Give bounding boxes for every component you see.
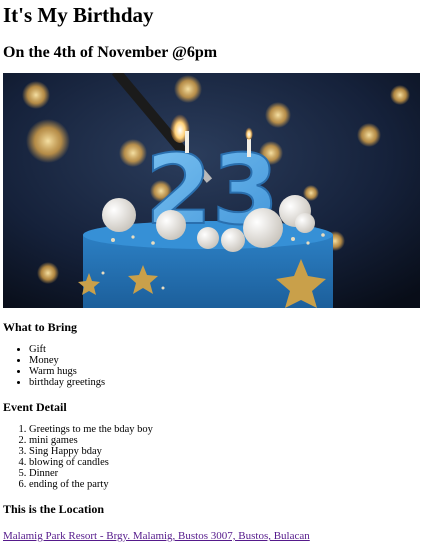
candle bbox=[185, 131, 189, 153]
white-ball bbox=[197, 227, 219, 249]
list-item: blowing of candles bbox=[29, 457, 426, 468]
event-date-heading: On the 4th of November @6pm bbox=[3, 44, 218, 61]
list-item: ending of the party bbox=[29, 479, 426, 490]
birthday-cake-image: 23 bbox=[3, 73, 420, 308]
bokeh-light bbox=[174, 75, 202, 103]
sprinkle bbox=[291, 237, 295, 241]
list-item: birthday greetings bbox=[29, 377, 426, 388]
list-item: Gift bbox=[29, 344, 426, 355]
bokeh-light bbox=[303, 185, 319, 201]
candle bbox=[247, 139, 251, 157]
location-link[interactable]: Malamig Park Resort - Brgy. Malamig, Bus… bbox=[3, 530, 310, 543]
bokeh-light bbox=[37, 262, 59, 284]
sprinkle bbox=[111, 238, 115, 242]
list-item: Dinner bbox=[29, 468, 426, 479]
white-ball bbox=[221, 228, 245, 252]
sprinkle bbox=[306, 241, 310, 245]
list-item: Sing Happy bday bbox=[29, 446, 426, 457]
bokeh-light bbox=[390, 85, 410, 105]
bokeh-light bbox=[265, 102, 291, 128]
page: It's My Birthday On the 4th of November … bbox=[0, 0, 426, 543]
location-heading: This is the Location bbox=[3, 502, 105, 516]
white-ball bbox=[102, 198, 136, 232]
list-item: Warm hugs bbox=[29, 366, 426, 377]
bokeh-light bbox=[357, 123, 381, 147]
what-to-bring-list: Gift Money Warm hugs birthday greetings bbox=[3, 344, 426, 388]
white-ball bbox=[295, 213, 315, 233]
list-item: Money bbox=[29, 355, 426, 366]
bokeh-light bbox=[119, 139, 147, 167]
event-detail-heading: Event Detail bbox=[3, 400, 67, 414]
bokeh-light bbox=[26, 119, 70, 163]
event-detail-list: Greetings to me the bday boy mini games … bbox=[3, 424, 426, 490]
sprinkle bbox=[131, 235, 135, 239]
sprinkle bbox=[321, 233, 325, 237]
what-to-bring-heading: What to Bring bbox=[3, 320, 78, 334]
page-title: It's My Birthday bbox=[3, 3, 154, 27]
bokeh-light bbox=[22, 81, 50, 109]
list-item: Greetings to me the bday boy bbox=[29, 424, 426, 435]
white-ball bbox=[243, 208, 283, 248]
candle-flame bbox=[245, 126, 253, 140]
white-ball bbox=[156, 210, 186, 240]
sprinkle bbox=[101, 271, 105, 275]
list-item: mini games bbox=[29, 435, 426, 446]
sprinkle bbox=[161, 286, 165, 290]
